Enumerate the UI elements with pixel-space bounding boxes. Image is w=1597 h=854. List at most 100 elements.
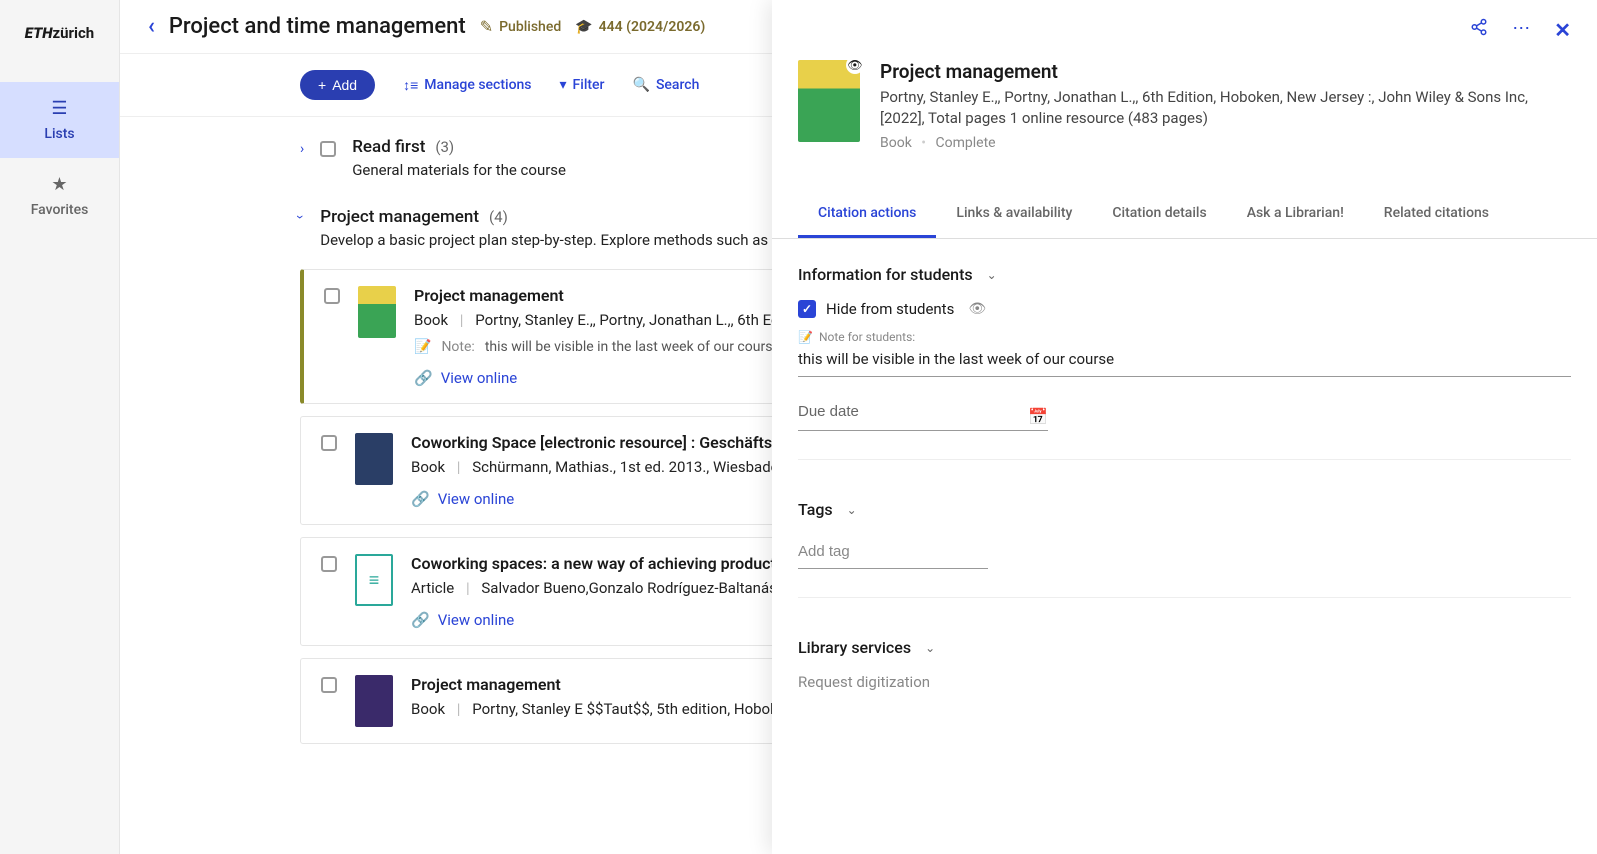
page-title: Project and time management [169, 14, 466, 39]
list-icon: ☰ [0, 98, 119, 119]
item-authors: Salvador Bueno,Gonzalo Rodríguez-Baltaná… [481, 579, 796, 597]
tags-header: Tags [798, 500, 833, 519]
info-for-students: Information for students ⌄ ✓ Hide from s… [798, 265, 1571, 460]
section-count: (4) [489, 208, 508, 226]
term-text: 444 (2024/2026) [599, 19, 706, 35]
chevron-down-icon[interactable]: ⌄ [847, 503, 857, 517]
item-type: Book [411, 458, 445, 476]
info-header: Information for students [798, 265, 973, 284]
panel-actions: ⋯ ✕ [772, 0, 1597, 50]
note-label-text: Note for students: [819, 330, 915, 344]
chevron-right-icon[interactable]: › [300, 137, 304, 157]
section-desc: General materials for the course [352, 161, 566, 179]
chevron-down-icon[interactable]: ⌄ [925, 641, 935, 655]
search-icon: 🔍 [633, 77, 650, 93]
note-label: Note: [441, 339, 474, 355]
due-date-input[interactable] [798, 397, 1014, 426]
hide-checkbox[interactable]: ✓ [798, 300, 816, 318]
manage-label: Manage sections [424, 77, 531, 93]
panel-tabs: Citation actions Links & availability Ci… [772, 191, 1597, 239]
item-checkbox[interactable] [321, 677, 337, 693]
nav-favorites[interactable]: ★ Favorites [0, 158, 119, 234]
item-checkbox[interactable] [321, 435, 337, 451]
note-field-label: 📝 Note for students: [798, 330, 1571, 344]
hide-label: Hide from students [826, 300, 954, 318]
tab-related[interactable]: Related citations [1364, 191, 1509, 238]
term-badge: 🎓 444 (2024/2026) [575, 19, 705, 35]
item-authors: Schürmann, Mathias., 1st ed. 2013., Wies… [472, 458, 810, 476]
item-type: Book [414, 311, 448, 329]
section-desc: Develop a basic project plan step-by-ste… [320, 231, 820, 249]
link-icon: 🔗 [411, 490, 430, 508]
add-button[interactable]: + Add [300, 70, 375, 100]
section-count: (3) [435, 138, 454, 156]
item-thumbnail [355, 675, 393, 727]
note-icon: 📝 [414, 339, 431, 355]
filter-link[interactable]: ▾ Filter [560, 77, 605, 93]
filter-label: Filter [573, 77, 605, 93]
item-authors: Portny, Stanley E.,, Portny, Jonathan L.… [475, 311, 791, 329]
published-icon: ✎ [480, 17, 493, 36]
item-type: Article [411, 579, 454, 597]
section-checkbox[interactable] [320, 141, 336, 157]
note-for-students-field[interactable]: this will be visible in the last week of… [798, 344, 1571, 377]
link-icon: 🔗 [414, 369, 433, 387]
search-link[interactable]: 🔍 Search [633, 77, 700, 93]
item-thumbnail: ≡ [355, 554, 393, 606]
item-thumbnail [355, 433, 393, 485]
star-icon: ★ [0, 174, 119, 195]
back-button[interactable]: ‹ [148, 14, 155, 39]
panel-status: Complete [936, 135, 996, 151]
tags-section: Tags ⌄ [798, 500, 1571, 598]
tab-citation-actions[interactable]: Citation actions [798, 191, 936, 238]
search-label: Search [656, 77, 699, 93]
panel-title: Project management [880, 60, 1571, 83]
item-checkbox[interactable] [324, 288, 340, 304]
request-digitization-link[interactable]: Request digitization [798, 673, 1571, 691]
eye-off-icon: 👁 [968, 301, 986, 317]
hidden-badge-icon: 👁 [846, 56, 864, 74]
section-title: Project management [320, 207, 479, 227]
view-label: View online [441, 369, 518, 387]
item-type: Book [411, 700, 445, 718]
logo: ETHzürich [25, 24, 94, 42]
graduation-icon: 🎓 [575, 19, 592, 35]
filter-icon: ▾ [560, 77, 567, 93]
view-label: View online [438, 490, 515, 508]
view-label: View online [438, 611, 515, 629]
calendar-icon[interactable]: 📅 [1028, 407, 1048, 426]
add-label: Add [332, 77, 357, 93]
tab-details[interactable]: Citation details [1092, 191, 1226, 238]
note-text: this will be visible in the last week of… [485, 339, 780, 355]
close-icon[interactable]: ✕ [1554, 18, 1571, 42]
panel-body: Information for students ⌄ ✓ Hide from s… [772, 239, 1597, 785]
item-authors: Portny, Stanley E $$Taut$$, 5th edition,… [472, 700, 794, 718]
panel-citation: Portny, Stanley E.,, Portny, Jonathan L.… [880, 87, 1571, 129]
citation-detail-panel: ⋯ ✕ 👁 Project management Portny, Stanley… [772, 0, 1597, 854]
item-checkbox[interactable] [321, 556, 337, 572]
due-date-row: 📅 [798, 397, 1048, 431]
library-header: Library services [798, 638, 911, 657]
share-icon[interactable] [1470, 18, 1488, 42]
sections-icon: ↕≡ [403, 77, 418, 94]
section-title: Read first [352, 137, 425, 157]
library-services-section: Library services ⌄ Request digitization [798, 638, 1571, 719]
status-badge: ✎ Published [480, 17, 562, 36]
tab-ask[interactable]: Ask a Librarian! [1227, 191, 1364, 238]
nav-lists-label: Lists [44, 126, 74, 142]
note-icon: 📝 [798, 330, 813, 344]
chevron-down-icon[interactable]: › [292, 215, 312, 219]
link-icon: 🔗 [411, 611, 430, 629]
chevron-down-icon[interactable]: ⌄ [987, 268, 997, 282]
item-thumbnail [358, 286, 396, 338]
nav-favorites-label: Favorites [31, 202, 89, 218]
more-icon[interactable]: ⋯ [1512, 18, 1530, 42]
panel-type-row: Book • Complete [880, 135, 1571, 151]
logo-zurich: zürich [52, 24, 94, 42]
tab-links[interactable]: Links & availability [936, 191, 1092, 238]
nav-lists[interactable]: ☰ Lists [0, 82, 119, 158]
add-tag-input[interactable] [798, 535, 988, 569]
status-text: Published [499, 19, 561, 35]
logo-eth: ETH [25, 24, 53, 42]
manage-sections-link[interactable]: ↕≡ Manage sections [403, 77, 531, 94]
